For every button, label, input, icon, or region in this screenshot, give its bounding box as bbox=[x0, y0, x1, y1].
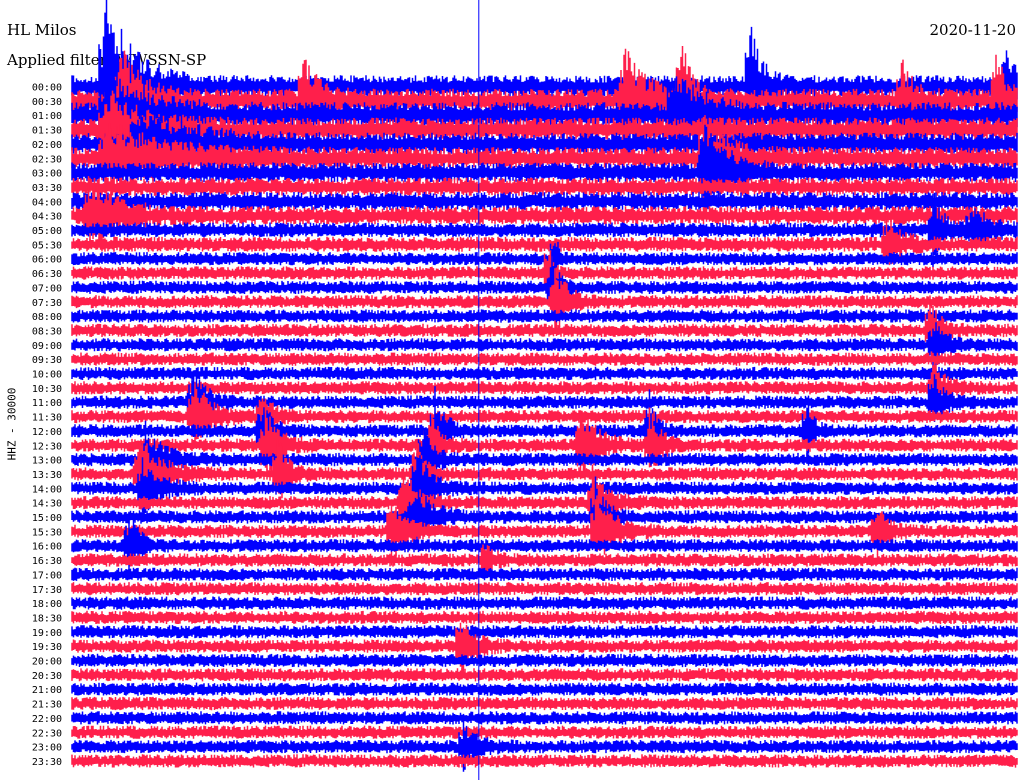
trace-group bbox=[71, 0, 1018, 772]
trace-row bbox=[71, 352, 1018, 366]
trace-row bbox=[71, 653, 1018, 668]
time-tick-label: 08:30 bbox=[32, 326, 62, 337]
time-tick-label: 08:00 bbox=[32, 312, 62, 323]
time-tick-label: 09:00 bbox=[32, 341, 62, 352]
time-tick-label: 01:30 bbox=[32, 126, 62, 137]
time-tick-label: 11:00 bbox=[32, 398, 62, 409]
time-tick-label: 13:00 bbox=[32, 456, 62, 467]
time-tick-label: 04:00 bbox=[32, 197, 62, 208]
trace-row bbox=[71, 309, 1018, 323]
time-tick-label: 22:30 bbox=[32, 728, 62, 739]
time-tick-label: 09:30 bbox=[32, 355, 62, 366]
time-tick-label: 06:30 bbox=[32, 269, 62, 280]
time-tick-label: 17:00 bbox=[32, 570, 62, 581]
time-tick-label: 00:30 bbox=[32, 97, 62, 108]
trace-row bbox=[71, 610, 1018, 625]
trace-row bbox=[71, 567, 1018, 581]
trace-row bbox=[71, 366, 1018, 381]
time-tick-label: 07:00 bbox=[32, 283, 62, 294]
time-tick-label: 00:00 bbox=[32, 83, 62, 94]
trace-row bbox=[71, 682, 1018, 696]
time-tick-label: 05:30 bbox=[32, 240, 62, 251]
time-tick-label: 16:30 bbox=[32, 556, 62, 567]
trace-row bbox=[71, 754, 1018, 768]
time-tick-label: 03:00 bbox=[32, 169, 62, 180]
time-tick-label: 21:00 bbox=[32, 685, 62, 696]
time-tick-label: 15:00 bbox=[32, 513, 62, 524]
time-tick-label: 01:00 bbox=[32, 111, 62, 122]
time-tick-label: 11:30 bbox=[32, 413, 62, 424]
time-tick-label: 12:00 bbox=[32, 427, 62, 438]
trace-row bbox=[71, 696, 1018, 711]
time-tick-label: 13:30 bbox=[32, 470, 62, 481]
time-tick-label: 16:00 bbox=[32, 542, 62, 553]
time-tick-label: 20:30 bbox=[32, 671, 62, 682]
helicorder-plot: 00:00 00:30 01:00 01:30 02:00 02:30 03:00 03:30… bbox=[32, 0, 1018, 780]
trace-row bbox=[71, 596, 1018, 610]
time-tick-label: 02:30 bbox=[32, 154, 62, 165]
time-tick-label: 14:00 bbox=[32, 484, 62, 495]
time-tick-label: 06:00 bbox=[32, 255, 62, 266]
trace-row bbox=[71, 711, 1018, 725]
time-tick-label: 22:00 bbox=[32, 714, 62, 725]
time-tick-label: 05:00 bbox=[32, 226, 62, 237]
time-tick-label: 02:00 bbox=[32, 140, 62, 151]
time-tick-label: 23:00 bbox=[32, 743, 62, 754]
time-tick-label: 10:00 bbox=[32, 370, 62, 381]
time-tick-label: 23:30 bbox=[32, 757, 62, 768]
time-tick-label: 12:30 bbox=[32, 441, 62, 452]
time-tick-label: 21:30 bbox=[32, 700, 62, 711]
time-tick-label: 10:30 bbox=[32, 384, 62, 395]
time-tick-label: 03:30 bbox=[32, 183, 62, 194]
time-tick-label: 14:30 bbox=[32, 499, 62, 510]
time-tick-label: 07:30 bbox=[32, 298, 62, 309]
time-tick-label: 20:00 bbox=[32, 657, 62, 668]
time-tick-label: 15:30 bbox=[32, 527, 62, 538]
time-tick-label: 18:30 bbox=[32, 613, 62, 624]
time-tick-label: 17:30 bbox=[32, 585, 62, 596]
trace-row bbox=[71, 725, 1018, 739]
time-tick-label: 18:00 bbox=[32, 599, 62, 610]
trace-row bbox=[71, 668, 1018, 682]
time-tick-labels: 00:00 00:30 01:00 01:30 02:00 02:30 03:00 03:30… bbox=[32, 83, 62, 768]
trace-row bbox=[71, 625, 1018, 639]
time-tick-label: 19:00 bbox=[32, 628, 62, 639]
trace-row bbox=[71, 582, 1018, 596]
time-tick-label: 04:30 bbox=[32, 212, 62, 223]
time-tick-label: 19:30 bbox=[32, 642, 62, 653]
